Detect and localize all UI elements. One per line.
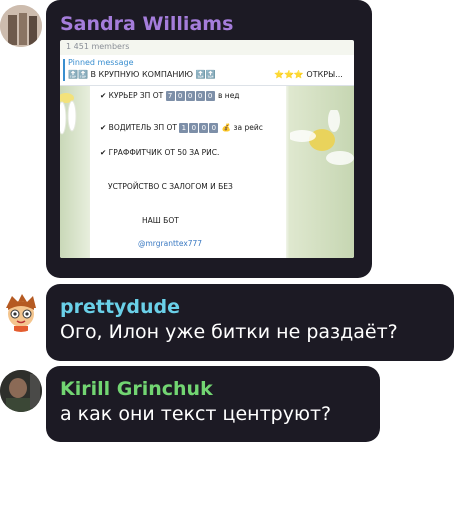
daisy-icon: [290, 110, 354, 165]
message-bubble-sandra: Sandra Williams 1 451 members Pinned mes…: [46, 0, 372, 278]
bot-line: НАШ БОТ: [142, 216, 179, 225]
avatar-photo-icon: [0, 370, 42, 412]
deposit-line: УСТРОЙСТВО С ЗАЛОГОМ И БЕЗ: [108, 182, 233, 191]
message-bubble-kirill: Kirill Grinchuk а как они текст центруют…: [46, 366, 380, 442]
avatar-sandra-williams[interactable]: [0, 5, 42, 47]
avatar-kirill-grinchuk[interactable]: [0, 370, 42, 412]
designer-line: ✔ ГРАФФИТЧИК ОТ 50 ЗА РИС.: [100, 148, 220, 157]
message-bubble-prettydude: prettydude Ого, Илон уже битки не раздаё…: [46, 284, 454, 361]
pinned-message-bar: Pinned message 🔝🔝 В КРУПНУЮ КОМПАНИЮ 🔝🔝 …: [60, 55, 354, 86]
courier-line: ✔ КУРЬЕР ЗП ОТ 70000 в нед: [100, 91, 240, 101]
pinned-label: Pinned message: [68, 58, 134, 67]
message-text: Ого, Илон уже битки не раздаёт?: [60, 321, 398, 343]
bot-handle-link[interactable]: @mrgranttex777: [138, 239, 202, 248]
cartoon-boy-avatar-icon: [0, 290, 42, 332]
embedded-screenshot[interactable]: 1 451 members Pinned message 🔝🔝 В КРУПНУ…: [60, 40, 354, 258]
message-author[interactable]: Kirill Grinchuk: [60, 378, 213, 400]
members-count: 1 451 members: [66, 42, 130, 51]
message-text: а как они текст центруют?: [60, 403, 332, 425]
avatar-prettydude[interactable]: [0, 290, 42, 332]
message-author[interactable]: prettydude: [60, 296, 180, 318]
avatar-photo-icon: [0, 5, 42, 47]
pinned-accent: [63, 59, 65, 81]
poster-paper: [90, 86, 286, 258]
pinned-text-right: ⭐⭐⭐ ОТКРЫ...: [274, 70, 343, 79]
pinned-text: 🔝🔝 В КРУПНУЮ КОМПАНИЮ 🔝🔝: [68, 70, 216, 79]
driver-line: ✔ ВОДИТЕЛЬ ЗП ОТ 1000 💰 за рейс: [100, 123, 263, 133]
message-author[interactable]: Sandra Williams: [60, 13, 233, 35]
